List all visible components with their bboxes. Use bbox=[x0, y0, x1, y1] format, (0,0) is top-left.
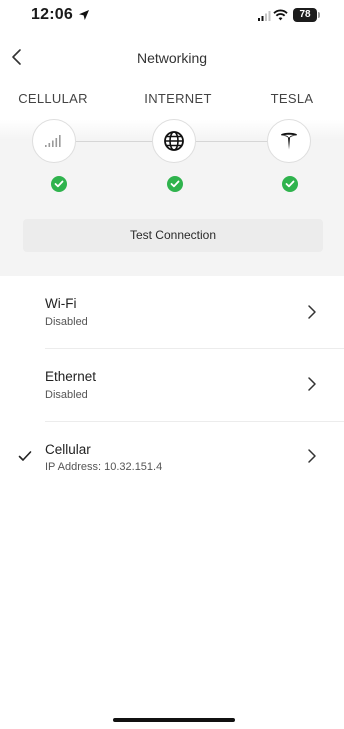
chevron-right-icon bbox=[308, 377, 316, 391]
home-indicator[interactable] bbox=[113, 718, 235, 722]
network-item-wifi[interactable]: Wi-Fi Disabled bbox=[0, 276, 344, 348]
cellular-status-check-icon bbox=[51, 176, 67, 192]
globe-icon bbox=[164, 131, 184, 151]
node-label-cellular: CELLULAR bbox=[18, 91, 88, 106]
connection-line-left bbox=[76, 141, 154, 142]
wifi-icon bbox=[273, 9, 288, 21]
network-item-ethernet[interactable]: Ethernet Disabled bbox=[0, 349, 344, 421]
battery-tip bbox=[318, 12, 320, 18]
network-subtitle: Disabled bbox=[45, 389, 88, 401]
tesla-node bbox=[267, 119, 311, 163]
page-title: Networking bbox=[136, 50, 208, 66]
cell-signal-icon bbox=[258, 11, 271, 21]
network-item-cellular[interactable]: Cellular IP Address: 10.32.151.4 bbox=[0, 422, 344, 494]
connection-line-right bbox=[196, 141, 268, 142]
cellular-node bbox=[32, 119, 76, 163]
chevron-right-icon bbox=[308, 449, 316, 463]
status-time: 12:06 bbox=[31, 6, 73, 23]
battery-indicator: 78 bbox=[293, 8, 317, 22]
cellular-signal-icon bbox=[45, 135, 61, 147]
status-bar: 12:06 78 bbox=[0, 0, 344, 34]
node-label-tesla: TESLA bbox=[270, 91, 314, 106]
tesla-logo-icon bbox=[281, 132, 297, 150]
networking-screen: 12:06 78 Networking CELLULAR INTERNET TE… bbox=[0, 0, 344, 729]
network-title: Ethernet bbox=[45, 369, 97, 384]
network-subtitle: IP Address: 10.32.151.4 bbox=[45, 461, 163, 473]
chevron-right-icon bbox=[308, 305, 316, 319]
tesla-status-check-icon bbox=[282, 176, 298, 192]
network-title: Wi-Fi bbox=[45, 296, 77, 311]
node-label-internet: INTERNET bbox=[144, 91, 212, 106]
location-arrow-icon bbox=[79, 10, 89, 20]
network-title: Cellular bbox=[45, 442, 91, 457]
internet-node bbox=[152, 119, 196, 163]
test-connection-button[interactable]: Test Connection bbox=[23, 219, 323, 252]
selected-check-icon bbox=[18, 451, 32, 461]
network-subtitle: Disabled bbox=[45, 316, 88, 328]
internet-status-check-icon bbox=[167, 176, 183, 192]
